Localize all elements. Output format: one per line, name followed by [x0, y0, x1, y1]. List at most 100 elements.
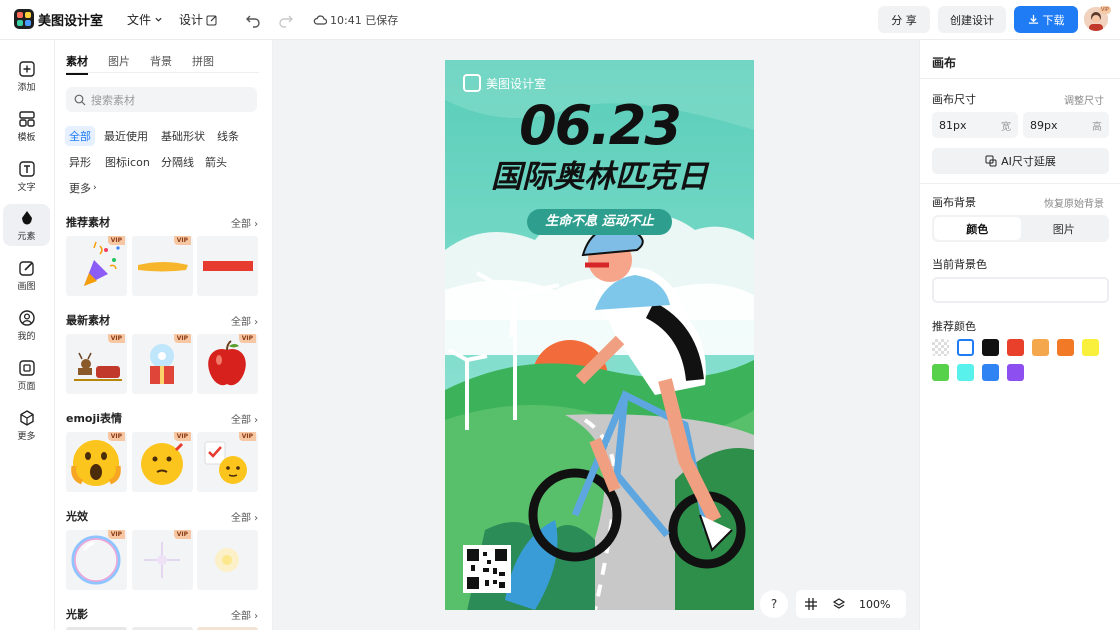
asset-tile-red-bar[interactable] — [197, 236, 258, 296]
swatch-black[interactable] — [982, 339, 999, 356]
swatch-cyan[interactable] — [957, 364, 974, 381]
swatch-blue[interactable] — [982, 364, 999, 381]
chip-basic-shapes[interactable]: 基础形状 — [157, 126, 209, 146]
download-icon — [1028, 14, 1038, 24]
chip-lines[interactable]: 线条 — [213, 126, 243, 146]
grid-icon[interactable] — [804, 597, 818, 611]
asset-tile-party-popper[interactable]: VIP — [66, 236, 127, 296]
nav-add[interactable]: 添加 — [3, 55, 50, 97]
swatch-light-orange[interactable] — [1032, 339, 1049, 356]
help-button[interactable]: ? — [760, 590, 788, 618]
section-all-light-effects[interactable]: 全部 › — [231, 509, 258, 524]
ai-extend-button[interactable]: AI尺寸延展 — [932, 148, 1109, 174]
download-button[interactable]: 下载 — [1014, 6, 1078, 33]
asset-tile-thinking-emoji[interactable]: VIP — [132, 432, 193, 492]
asset-tile-bubble[interactable]: VIP — [66, 530, 127, 590]
chip-irregular[interactable]: 异形 — [65, 152, 95, 172]
chip-arrows[interactable]: 箭头 — [201, 152, 231, 172]
bg-image-option[interactable]: 图片 — [1021, 217, 1108, 240]
nav-text[interactable]: 文字 — [3, 155, 50, 197]
vip-tag: VIP — [173, 334, 191, 343]
current-bg-color[interactable] — [932, 277, 1109, 303]
nav-add-label: 添加 — [17, 82, 36, 93]
asset-tile-sparkle[interactable]: VIP — [132, 530, 193, 590]
sparkle-icon — [144, 542, 180, 578]
section-all-label: 全部 — [231, 513, 251, 524]
swatch-orange[interactable] — [1057, 339, 1074, 356]
section-title-recommended: 推荐素材 — [66, 216, 110, 229]
chip-dividers[interactable]: 分隔线 — [157, 152, 198, 172]
chip-more[interactable]: 更多 › — [65, 178, 101, 198]
section-all-latest[interactable]: 全部 › — [231, 313, 258, 328]
bg-color-option[interactable]: 颜色 — [934, 217, 1021, 240]
brush-stroke-shape — [138, 262, 188, 272]
chip-recent[interactable]: 最近使用 — [100, 126, 152, 146]
divider — [920, 78, 1120, 79]
cube-icon — [19, 409, 34, 426]
chip-icons[interactable]: 图标icon — [101, 152, 154, 172]
nav-draw[interactable]: 画图 — [3, 254, 50, 296]
current-bg-label: 当前背景色 — [932, 258, 987, 271]
asset-tile-glow[interactable] — [197, 530, 258, 590]
layers-icon[interactable] — [832, 597, 846, 611]
section-title-latest: 最新素材 — [66, 314, 110, 327]
top-bar: 美图设计室 文件 设计 10:41 已保存 分 享 创建设计 下载 VIP — [0, 0, 1120, 40]
poster-brand-text: 美图设计室 — [486, 76, 547, 91]
swatch-purple[interactable] — [1007, 364, 1024, 381]
asset-tile-sleigh[interactable]: VIP — [66, 334, 127, 394]
height-field[interactable]: 89px 高 — [1023, 112, 1109, 138]
asset-tile-apple[interactable]: VIP — [197, 334, 258, 394]
section-all-label: 全部 — [231, 611, 251, 622]
page-add-icon — [18, 359, 35, 376]
file-menu-label: 文件 — [127, 13, 152, 27]
ai-extend-label: AI尺寸延展 — [1001, 155, 1056, 168]
nav-elements[interactable]: 元素 — [3, 204, 50, 246]
nav-more-label: 更多 — [17, 431, 36, 442]
text-icon — [18, 160, 35, 177]
section-all-emoji[interactable]: 全部 › — [231, 411, 258, 426]
reset-bg-link[interactable]: 恢复原始背景 — [1044, 195, 1104, 210]
asset-tile-snow-globe[interactable]: VIP — [132, 334, 193, 394]
zoom-level[interactable]: 100% — [859, 598, 890, 611]
swatch-white[interactable] — [957, 339, 974, 356]
undo-icon[interactable] — [245, 12, 261, 28]
bg-type-toggle: 颜色 图片 — [932, 215, 1109, 242]
resize-link[interactable]: 调整尺寸 — [1064, 92, 1104, 107]
chip-all[interactable]: 全部 — [65, 126, 95, 146]
nav-template[interactable]: 模板 — [3, 105, 50, 147]
width-field[interactable]: 81px 宽 — [932, 112, 1018, 138]
poster-brand: 美图设计室 — [463, 74, 546, 92]
poster-date: 06.23 — [519, 94, 682, 157]
poster-headline: 国际奥林匹克日 — [491, 159, 708, 195]
create-design-button[interactable]: 创建设计 — [938, 6, 1006, 33]
swatch-yellow[interactable] — [1082, 339, 1099, 356]
zoom-bar: 100% — [796, 590, 906, 618]
nav-mine[interactable]: 我的 — [3, 304, 50, 346]
width-unit: 宽 — [1001, 121, 1011, 133]
search-placeholder: 搜索素材 — [91, 93, 135, 107]
file-menu[interactable]: 文件 — [127, 11, 163, 28]
chevron-right-icon: › — [93, 183, 97, 193]
asset-tile-check-emoji[interactable]: VIP — [197, 432, 258, 492]
design-canvas[interactable]: 美图设计室 06.23 国际奥林匹克日 生命不息 运动不止 — [445, 60, 754, 610]
app-logo[interactable]: 美图设计室 — [14, 9, 103, 29]
swatch-green[interactable] — [932, 364, 949, 381]
redo-icon[interactable] — [278, 12, 294, 28]
swatch-transparent[interactable] — [932, 339, 949, 356]
design-menu[interactable]: 设计 — [179, 11, 218, 28]
swatch-red[interactable] — [1007, 339, 1024, 356]
asset-tile-shocked-emoji[interactable]: VIP — [66, 432, 127, 492]
nav-pages[interactable]: 页面 — [3, 354, 50, 396]
nav-more[interactable]: 更多 — [3, 404, 50, 446]
section-all-light-shadow[interactable]: 全部 › — [231, 607, 258, 622]
recommended-colors-label: 推荐颜色 — [932, 320, 976, 333]
chip-more-label: 更多 — [69, 182, 91, 195]
party-popper-icon — [84, 241, 120, 286]
asset-tile-brush-stroke[interactable]: VIP — [132, 236, 193, 296]
share-button[interactable]: 分 享 — [878, 6, 930, 33]
pencil-icon — [18, 260, 34, 276]
section-all-recommended[interactable]: 全部 › — [231, 215, 258, 230]
thinking-face-icon — [141, 442, 184, 485]
search-input[interactable]: 搜索素材 — [66, 87, 257, 112]
design-menu-label: 设计 — [179, 13, 204, 27]
